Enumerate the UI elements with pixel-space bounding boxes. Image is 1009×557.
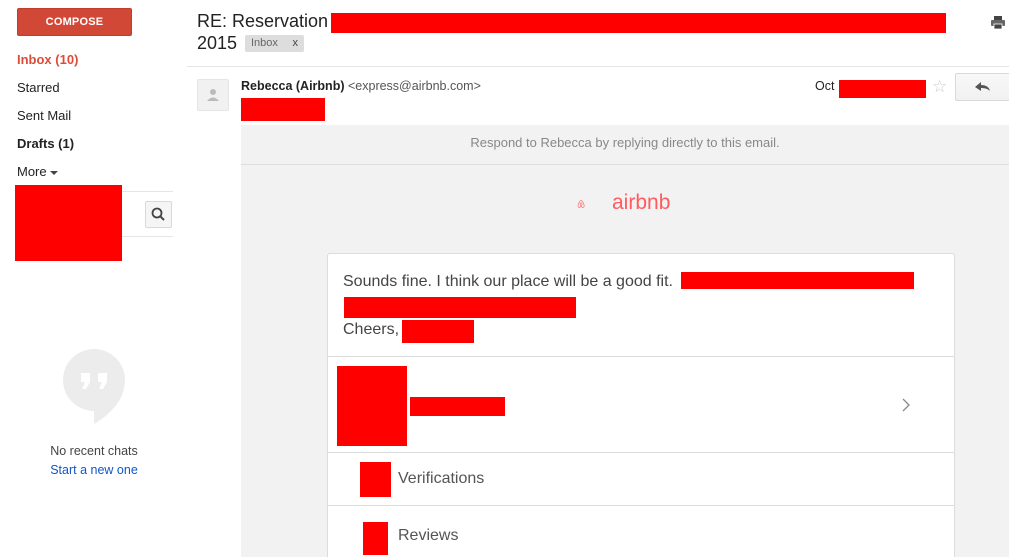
sender-avatar[interactable]: [197, 79, 229, 111]
airbnb-logo-icon: [577, 199, 585, 208]
respond-note: Respond to Rebecca by replying directly …: [241, 125, 1009, 165]
redacted-recipient: [241, 98, 325, 121]
search-icon: [151, 207, 165, 221]
redacted-block: [15, 185, 122, 261]
airbnb-brand-name: airbnb: [612, 191, 671, 214]
subject-line-2: 2015: [197, 33, 238, 53]
message-closing: Cheers,: [343, 321, 400, 338]
sidebar-item-sent-mail[interactable]: Sent Mail: [17, 104, 177, 132]
email-body: Respond to Rebecca by replying directly …: [241, 125, 1009, 557]
redacted-icon: [363, 522, 388, 555]
redacted-subject: [331, 13, 946, 33]
sender-email: <express@airbnb.com>: [347, 79, 481, 93]
header-divider: [187, 66, 1009, 67]
star-icon[interactable]: ☆: [932, 78, 947, 95]
sidebar-item-inbox[interactable]: Inbox (10): [17, 48, 177, 76]
print-icon[interactable]: [991, 16, 1005, 29]
hangouts-icon: [63, 349, 125, 424]
verifications-label: Verifications: [398, 470, 485, 487]
start-chat-link[interactable]: Start a new one: [15, 463, 173, 477]
redacted-signature: [402, 320, 474, 343]
remove-label-button[interactable]: x: [293, 35, 299, 52]
sender-name[interactable]: Rebecca (Airbnb): [241, 79, 345, 93]
reviews-label: Reviews: [398, 527, 459, 544]
redacted-icon: [360, 462, 391, 497]
message-card: Sounds fine. I think our place will be a…: [327, 253, 955, 557]
sidebar-item-more[interactable]: More: [17, 160, 177, 188]
redacted-date: [839, 80, 926, 98]
sidebar-nav: Inbox (10) Starred Sent Mail Drafts (1) …: [17, 48, 177, 188]
host-profile-row[interactable]: [328, 357, 954, 452]
subject-text: RE: Reservation: [197, 11, 329, 31]
sidebar-item-drafts[interactable]: Drafts (1): [17, 132, 177, 160]
caret-down-icon: [49, 170, 58, 175]
label-text: Inbox: [251, 37, 278, 49]
message-line-1: Sounds fine. I think our place will be a…: [343, 273, 673, 290]
search-button[interactable]: [145, 201, 172, 228]
reply-icon: [975, 82, 990, 91]
redacted-text: [344, 297, 576, 318]
redacted-host-name: [410, 397, 505, 416]
avatar-icon: [207, 89, 219, 101]
reply-button[interactable]: [955, 73, 1009, 101]
message-date: Oct: [815, 79, 835, 93]
sender-info: Rebecca (Airbnb) <express@airbnb.com>: [241, 79, 481, 93]
verifications-row[interactable]: Verifications: [328, 453, 954, 505]
more-label: More: [17, 164, 47, 179]
reviews-row[interactable]: Reviews: [328, 506, 954, 557]
inbox-label-chip: Inbox x: [245, 35, 304, 52]
sidebar-item-starred[interactable]: Starred: [17, 76, 177, 104]
chevron-right-icon[interactable]: [902, 398, 911, 412]
redacted-host-photo: [337, 366, 407, 446]
no-chats-text: No recent chats: [50, 444, 138, 458]
redacted-text: [681, 272, 914, 289]
compose-button[interactable]: COMPOSE: [17, 8, 132, 36]
